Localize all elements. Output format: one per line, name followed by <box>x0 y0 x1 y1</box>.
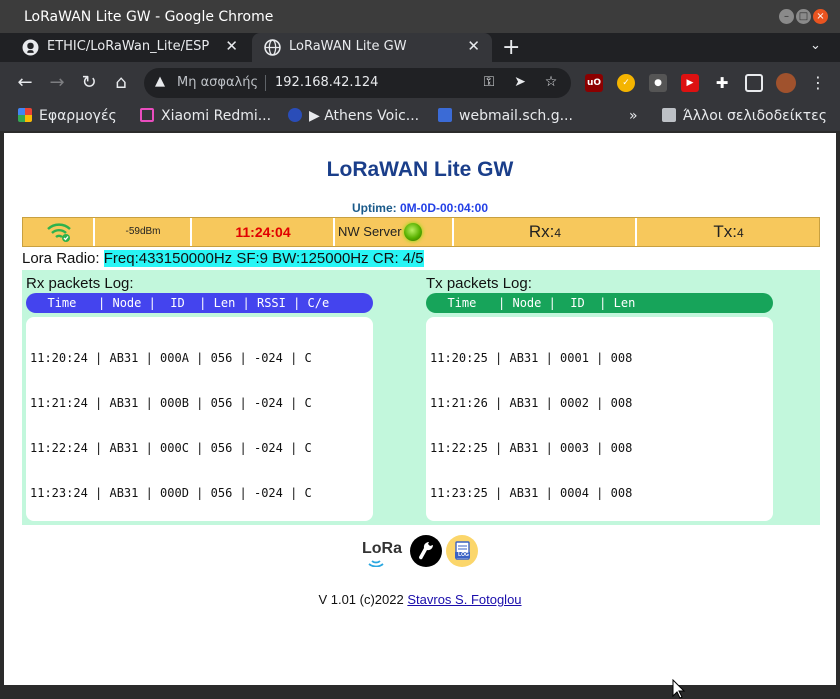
tab-github[interactable]: ETHIC/LoRaWan_Lite/ESP ✕ <box>10 33 250 62</box>
tx-log[interactable]: 11:20:25 | AB31 | 0001 | 008 11:21:26 | … <box>426 317 773 521</box>
clock-value: 11:24:04 <box>193 218 335 246</box>
ublock-icon[interactable]: uO <box>585 74 603 92</box>
browser-toolbar: ← → ↻ ⌂ ▲ Μη ασφαλής 192.168.42.124 ⚿ ➤ … <box>0 62 840 104</box>
mouse-cursor-icon <box>672 679 686 699</box>
lora-radio-info: Lora Radio: Freq:433150000Hz SF:9 BW:125… <box>22 250 424 267</box>
bookmarks-overflow-icon[interactable]: » <box>629 108 638 124</box>
webmail-icon <box>438 108 452 122</box>
tab-search-chevron-icon[interactable]: ⌄ <box>810 38 821 53</box>
uptime: Uptime: 0M-0D-00:04:00 <box>4 201 836 215</box>
rx-label: Rx: <box>528 222 555 241</box>
nw-server-status: NW Server <box>336 218 454 246</box>
rx-count: 4 <box>554 226 562 240</box>
rx-log-row: 11:20:24 | AB31 | 000A | 056 | -024 | C <box>30 351 312 365</box>
rx-log-title: Rx packets Log: <box>26 275 134 292</box>
extension-check-icon[interactable]: ✓ <box>617 74 635 92</box>
uptime-value: 0M-0D-00:04:00 <box>399 201 489 215</box>
log-file-icon[interactable]: LOG <box>446 535 478 567</box>
bookmark-label: Άλλοι σελιδοδείκτες <box>683 108 827 124</box>
page-title: LoRaWAN Lite GW <box>326 158 514 181</box>
extension-red-icon[interactable]: ▶ <box>681 74 699 92</box>
bookmark-label: Εφαρμογές <box>39 108 117 124</box>
security-label[interactable]: Μη ασφαλής <box>177 75 258 90</box>
tab-strip: ETHIC/LoRaWan_Lite/ESP ✕ LoRaWAN Lite GW… <box>0 33 840 62</box>
window-title: LoRaWAN Lite GW - Google Chrome <box>24 9 274 25</box>
tx-log-row: 11:21:26 | AB31 | 0002 | 008 <box>430 396 633 410</box>
xiaomi-icon <box>140 108 154 122</box>
warning-icon[interactable]: ▲ <box>155 74 171 90</box>
tab-close-icon[interactable]: ✕ <box>467 37 480 55</box>
maximize-icon[interactable]: □ <box>796 9 811 24</box>
avatar[interactable] <box>776 73 796 93</box>
extension-puzzle-dark-icon[interactable]: ● <box>649 74 667 92</box>
page-footer: V 1.01 (c)2022 Stavros S. Fotoglou <box>4 592 836 607</box>
log-badge-text: LOG <box>458 552 469 558</box>
wifi-cell <box>23 218 95 246</box>
radio-label: Lora Radio: <box>22 250 100 267</box>
bookmark-label: webmail.sch.g... <box>459 108 573 124</box>
footer-text: V 1.01 (c)2022 <box>318 592 404 607</box>
rssi-value: -59dBm <box>96 218 192 246</box>
tx-label: Tx: <box>713 222 737 241</box>
key-icon[interactable]: ⚿ <box>480 74 498 92</box>
apps-grid-icon <box>18 108 32 122</box>
globe-icon <box>264 39 281 56</box>
settings-wrench-icon[interactable] <box>410 535 442 567</box>
side-panel-icon[interactable] <box>745 74 763 92</box>
tx-log-row: 11:23:25 | AB31 | 0004 | 008 <box>430 486 633 500</box>
web-page: LoRaWAN Lite GW Uptime: 0M-0D-00:04:00 -… <box>4 133 836 699</box>
extensions-icon[interactable]: ✚ <box>713 74 731 92</box>
tab-label: ETHIC/LoRaWan_Lite/ESP <box>47 39 210 54</box>
radio-value: Freq:433150000Hz SF:9 BW:125000Hz CR: 4/… <box>103 250 424 267</box>
bookmark-xiaomi[interactable]: Xiaomi Redmi... <box>140 108 271 124</box>
tx-log-row: 11:20:25 | AB31 | 0001 | 008 <box>430 351 633 365</box>
wifi-icon <box>47 223 71 242</box>
rx-log-header: Time | Node | ID | Len | RSSI | C/e <box>26 293 373 313</box>
new-tab-icon[interactable]: + <box>502 35 520 60</box>
folder-icon <box>662 108 676 122</box>
github-icon <box>22 39 39 56</box>
athens-voice-icon <box>288 108 302 122</box>
address-bar[interactable]: ▲ Μη ασφαλής 192.168.42.124 ⚿ ➤ ☆ <box>144 68 571 98</box>
bookmark-webmail[interactable]: webmail.sch.g... <box>438 108 573 124</box>
rx-log[interactable]: 11:20:24 | AB31 | 000A | 056 | -024 | C … <box>26 317 373 521</box>
tx-log-title: Tx packets Log: <box>426 275 532 292</box>
uptime-label: Uptime: <box>351 201 397 215</box>
author-link[interactable]: Stavros S. Fotoglou <box>407 592 521 607</box>
home-icon[interactable]: ⌂ <box>110 72 132 94</box>
rx-log-row: 11:23:24 | AB31 | 000D | 056 | -024 | C <box>30 486 312 500</box>
minimize-icon[interactable]: – <box>779 9 794 24</box>
window-titlebar: LoRaWAN Lite GW - Google Chrome – □ × <box>0 0 840 33</box>
status-led-icon <box>404 223 422 241</box>
tab-lorawan[interactable]: LoRaWAN Lite GW ✕ <box>252 33 492 62</box>
nw-server-label: NW Server <box>338 224 402 239</box>
bookmark-label: Xiaomi Redmi... <box>161 108 272 124</box>
forward-icon[interactable]: → <box>46 72 68 94</box>
menu-dots-icon[interactable]: ⋮ <box>807 72 829 94</box>
tab-close-icon[interactable]: ✕ <box>225 37 238 55</box>
tx-log-row: 11:22:25 | AB31 | 0003 | 008 <box>430 441 633 455</box>
bookmark-other[interactable]: Άλλοι σελιδοδείκτες <box>662 108 827 124</box>
back-icon[interactable]: ← <box>14 72 36 94</box>
logs-panel: Rx packets Log: Time | Node | ID | Len |… <box>22 270 820 525</box>
send-icon[interactable]: ➤ <box>511 74 529 92</box>
status-bar: -59dBm 11:24:04 NW Server Rx:4 Tx:4 <box>22 217 820 247</box>
rx-counter: Rx:4 <box>455 218 637 246</box>
bookmark-label: ▶ Athens Voic... <box>309 108 420 124</box>
bookmarks-bar: Εφαρμογές Xiaomi Redmi... ▶ Athens Voic.… <box>0 104 840 131</box>
rx-log-row: 11:21:24 | AB31 | 000B | 056 | -024 | C <box>30 396 312 410</box>
close-window-icon[interactable]: × <box>813 9 828 24</box>
url-text[interactable]: 192.168.42.124 <box>275 75 378 90</box>
reload-icon[interactable]: ↻ <box>78 72 100 94</box>
tx-log-header: Time | Node | ID | Len <box>426 293 773 313</box>
bookmark-athens-voice[interactable]: ▶ Athens Voic... <box>288 108 419 124</box>
lora-logo-icon[interactable]: LoRa <box>360 535 408 567</box>
omnibox-divider <box>265 75 266 91</box>
tx-count: 4 <box>736 226 744 240</box>
rx-log-row: 11:22:24 | AB31 | 000C | 056 | -024 | C <box>30 441 312 455</box>
tab-label: LoRaWAN Lite GW <box>289 39 407 54</box>
bookmark-apps[interactable]: Εφαρμογές <box>18 108 117 124</box>
star-icon[interactable]: ☆ <box>542 74 560 92</box>
tx-counter: Tx:4 <box>638 218 819 246</box>
